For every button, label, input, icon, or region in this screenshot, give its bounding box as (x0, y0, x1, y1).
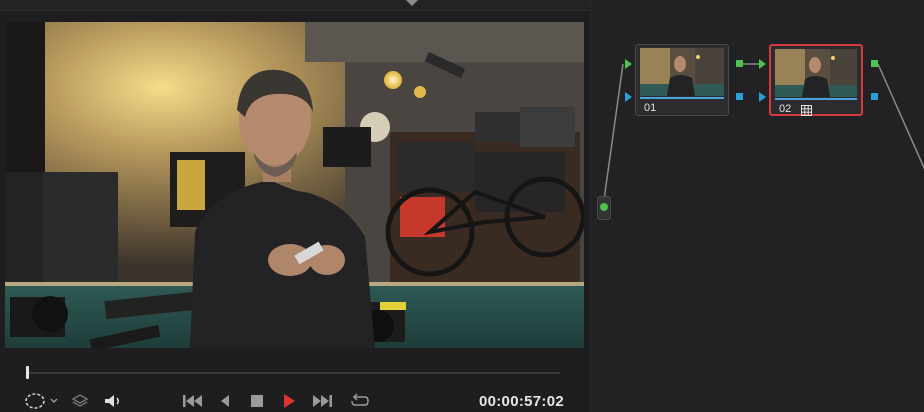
node-label: 02 (779, 103, 792, 115)
skip-to-start-icon[interactable] (182, 392, 204, 410)
node-01-input-port[interactable] (625, 59, 632, 69)
volume-icon[interactable] (102, 392, 124, 410)
skip-to-end-icon[interactable] (311, 392, 333, 410)
selection-icon[interactable] (24, 392, 46, 410)
step-back-icon[interactable] (218, 392, 232, 410)
connection-02-to-output (877, 63, 924, 170)
node-thumbnail (775, 49, 857, 97)
timeline-scrubber[interactable] (28, 372, 560, 374)
layers-icon[interactable] (70, 392, 90, 410)
timecode-display: 00:00:57:02 (478, 393, 564, 410)
video-frame-image (5, 22, 584, 348)
node-01-key-input-port[interactable] (625, 92, 632, 102)
node-02-key-input-port[interactable] (759, 92, 766, 102)
node-02-output-port[interactable] (871, 60, 878, 67)
loop-icon[interactable] (348, 392, 372, 410)
node-label: 01 (644, 102, 657, 114)
stop-icon[interactable] (249, 392, 265, 410)
node-status-bar (640, 97, 724, 99)
node-status-bar (775, 98, 857, 100)
video-preview[interactable] (5, 22, 584, 348)
node-01-key-output-port[interactable] (736, 93, 743, 100)
node-02-key-output-port[interactable] (871, 93, 878, 100)
node-01-output-port[interactable] (736, 60, 743, 67)
viewer-panel: 00:00:57:02 (0, 0, 590, 412)
node-02-input-port[interactable] (759, 59, 766, 69)
color-node-02[interactable]: 02 (769, 44, 863, 116)
viewer-top-bar (0, 0, 590, 11)
viewer-marker-icon[interactable] (406, 0, 418, 6)
dropdown-chevron-icon[interactable] (48, 392, 60, 410)
playhead[interactable] (26, 366, 29, 379)
grid-icon (801, 103, 812, 121)
connection-source-to-01 (602, 63, 624, 208)
node-editor-panel[interactable]: 01 02 (590, 0, 924, 412)
play-reverse-icon[interactable] (281, 392, 297, 410)
color-node-01[interactable]: 01 (635, 44, 729, 116)
node-thumbnail (640, 48, 724, 96)
source-input-port[interactable] (597, 196, 611, 220)
